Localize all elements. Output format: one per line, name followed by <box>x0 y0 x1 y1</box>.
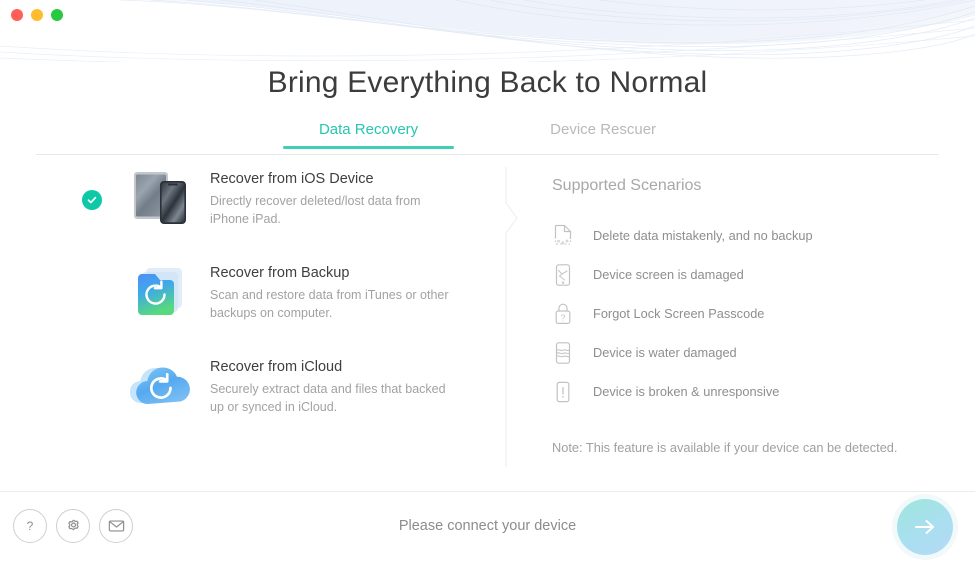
traffic-lights <box>11 9 63 21</box>
scenario-label: Device is broken & unresponsive <box>593 384 780 399</box>
svg-text:?: ? <box>561 312 566 322</box>
ios-device-icon <box>130 165 196 231</box>
scenario-label: Delete data mistakenly, and no backup <box>593 228 813 243</box>
tab-device-rescuer[interactable]: Device Rescuer <box>514 118 692 148</box>
arrow-right-icon <box>915 520 934 534</box>
option-title: Recover from Backup <box>210 265 350 281</box>
option-recover-from-ios-device[interactable]: Recover from iOS Device Directly recover… <box>82 165 482 231</box>
broken-device-icon <box>552 379 574 405</box>
icloud-icon <box>130 353 196 419</box>
main-content: Recover from iOS Device Directly recover… <box>0 155 975 492</box>
option-description: Directly recover deleted/lost data from … <box>210 194 421 226</box>
cracked-screen-icon <box>552 262 574 288</box>
connection-status-text: Please connect your device <box>398 518 577 534</box>
minimize-window-button[interactable] <box>31 9 43 21</box>
lock-question-icon: ? <box>552 301 574 327</box>
supported-scenarios-panel: Supported Scenarios Delete data mistaken… <box>552 177 932 455</box>
maximize-window-button[interactable] <box>51 9 63 21</box>
tab-data-recovery-label: Data Recovery <box>318 121 419 138</box>
recovery-mode-list: Recover from iOS Device Directly recover… <box>82 165 482 419</box>
option-title: Recover from iCloud <box>210 359 343 375</box>
scenario-label: Forgot Lock Screen Passcode <box>593 306 765 321</box>
selected-check-icon <box>82 190 102 210</box>
app-window: Bring Everything Back to Normal Data Rec… <box>0 0 975 567</box>
option-recover-from-backup[interactable]: Recover from Backup Scan and restore dat… <box>82 259 482 325</box>
scenario-label: Device is water damaged <box>593 345 737 360</box>
close-window-button[interactable] <box>11 9 23 21</box>
water-damage-icon <box>552 340 574 366</box>
tab-device-rescuer-label: Device Rescuer <box>550 121 657 138</box>
backup-folder-icon <box>130 259 196 325</box>
scenario-label: Device screen is damaged <box>593 267 744 282</box>
option-text: Recover from Backup Scan and restore dat… <box>210 259 460 322</box>
option-title: Recover from iOS Device <box>210 171 374 187</box>
column-divider <box>505 167 518 467</box>
tab-data-recovery[interactable]: Data Recovery <box>282 118 455 149</box>
titlebar <box>0 0 975 30</box>
option-description: Scan and restore data from iTunes or oth… <box>210 288 449 320</box>
next-step-button[interactable] <box>897 499 953 555</box>
page-title: Bring Everything Back to Normal <box>267 66 708 99</box>
scenarios-note: Note: This feature is available if your … <box>552 440 898 455</box>
scenario-item-deleted-data: Delete data mistakenly, and no backup <box>552 216 932 255</box>
scenario-item-water-damaged: Device is water damaged <box>552 333 932 372</box>
tab-bar: Data Recovery Device Rescuer <box>36 118 939 155</box>
option-description: Securely extract data and files that bac… <box>210 382 446 414</box>
deleted-file-icon <box>552 223 574 249</box>
footer-bar: ? Please connect your device <box>0 491 975 567</box>
option-recover-from-icloud[interactable]: Recover from iCloud Securely extract dat… <box>82 353 482 419</box>
option-text: Recover from iCloud Securely extract dat… <box>210 353 460 416</box>
option-text: Recover from iOS Device Directly recover… <box>210 165 460 228</box>
scenario-item-forgot-passcode: ? Forgot Lock Screen Passcode <box>552 294 932 333</box>
scenarios-title: Supported Scenarios <box>552 177 702 194</box>
scenario-item-screen-damaged: Device screen is damaged <box>552 255 932 294</box>
scenario-item-broken-unresponsive: Device is broken & unresponsive <box>552 372 932 411</box>
